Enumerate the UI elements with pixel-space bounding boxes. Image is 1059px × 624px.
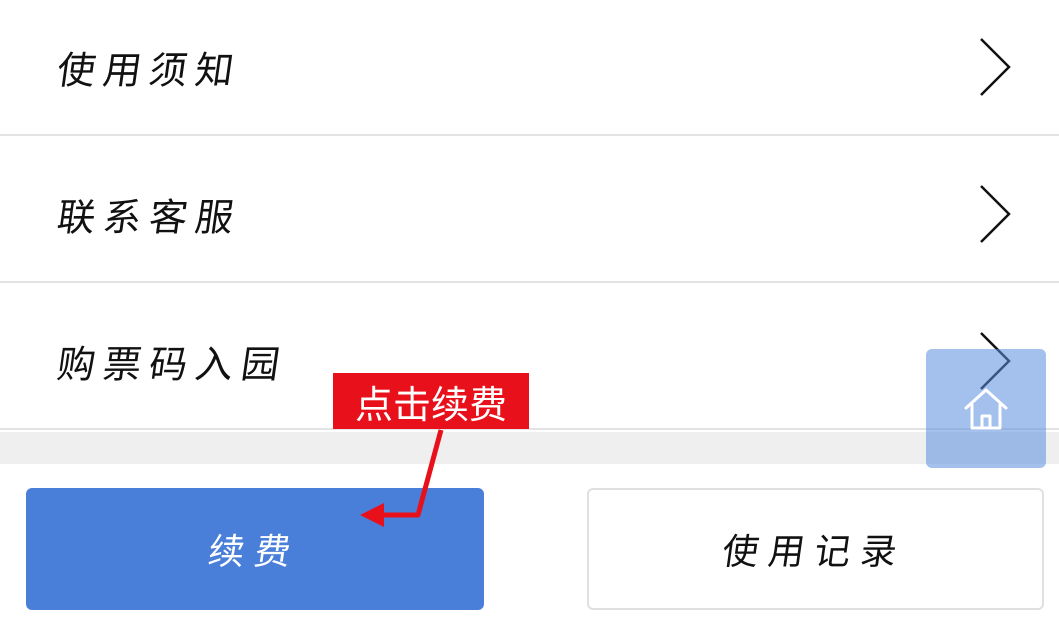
home-icon xyxy=(964,388,1008,429)
menu-item-usage-notes[interactable]: 使用须知 xyxy=(0,0,1059,136)
usage-records-button-label: 使用记录 xyxy=(720,532,910,573)
section-divider xyxy=(0,432,1059,464)
menu-item-label: 联系客服 xyxy=(54,195,245,240)
annotation-label: 点击续费 xyxy=(333,373,529,429)
menu-item-ticket-code-entry[interactable]: 购票码入园 xyxy=(0,294,1059,430)
usage-records-button[interactable]: 使用记录 xyxy=(587,488,1044,610)
menu-item-label: 使用须知 xyxy=(54,48,245,93)
home-floating-button[interactable] xyxy=(926,349,1046,468)
renew-button[interactable]: 续费 xyxy=(26,488,484,610)
renew-button-label: 续费 xyxy=(205,532,304,573)
menu-item-contact-service[interactable]: 联系客服 xyxy=(0,147,1059,283)
menu-item-label: 购票码入园 xyxy=(54,342,291,387)
chevron-right-icon xyxy=(980,38,1011,96)
chevron-right-icon xyxy=(980,185,1011,243)
